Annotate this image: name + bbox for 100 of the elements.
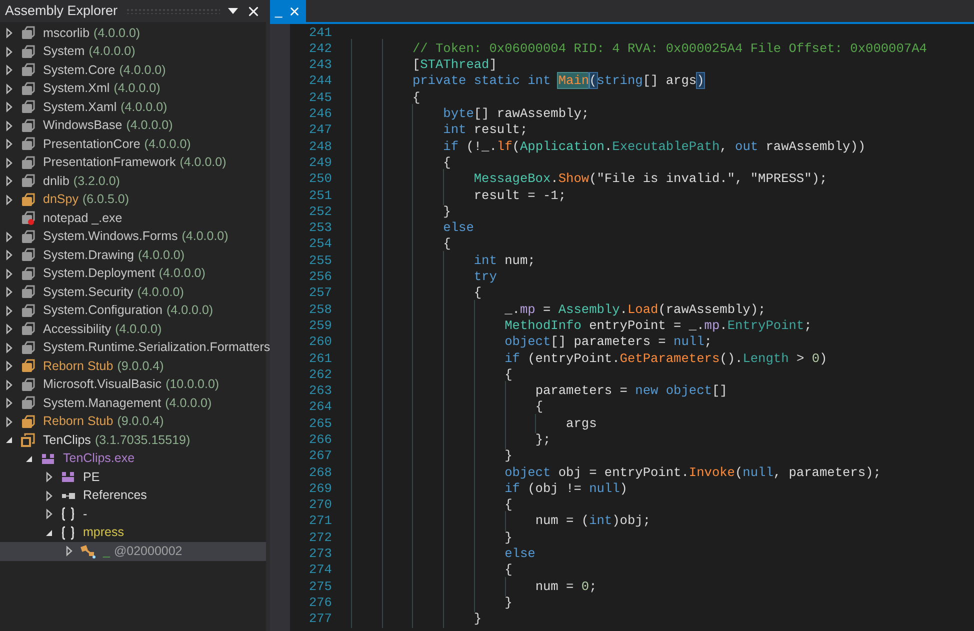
- line-number: 255: [308, 252, 332, 270]
- assembly-icon: [20, 247, 36, 264]
- line-number: 274: [308, 561, 332, 580]
- item-name: WindowsBase: [43, 117, 122, 134]
- item-name: References: [83, 487, 147, 504]
- item-name: System.Windows.Forms: [43, 228, 178, 246]
- tree-item[interactable]: _ @02000002: [0, 542, 266, 560]
- line-number: 277: [308, 610, 332, 628]
- item-version: (9.0.0.4): [117, 413, 164, 430]
- dropdown-caret-icon[interactable]: [228, 8, 238, 14]
- item-name: System: [43, 43, 85, 60]
- line-number: 275: [308, 578, 332, 596]
- line-number: 266: [308, 430, 332, 449]
- tree-item[interactable]: dnSpy (6.0.5.0): [0, 190, 266, 209]
- tree-item[interactable]: System.Drawing (4.0.0.0): [0, 246, 266, 264]
- line-number: 254: [308, 235, 332, 254]
- tree-item[interactable]: notepad _.exe: [0, 209, 266, 228]
- item-version: (4.0.0.0): [126, 117, 173, 134]
- editor-tab[interactable]: _: [270, 0, 306, 22]
- assembly-icon: [20, 136, 36, 152]
- assembly-icon: [20, 376, 36, 393]
- item-name: mpress: [83, 524, 124, 542]
- line-number: 250: [308, 170, 332, 188]
- item-version: (4.0.0.0): [138, 246, 185, 264]
- item-version: (9.0.0.4): [117, 358, 164, 375]
- item-name: _: [103, 542, 110, 560]
- class-icon: [80, 543, 96, 560]
- assembly-icon: [20, 99, 36, 116]
- item-name: System.Drawing: [43, 246, 134, 264]
- tree-item[interactable]: System.Xml (4.0.0.0): [0, 80, 266, 98]
- item-name: Accessibility: [43, 320, 112, 338]
- assembly-icon: [20, 228, 36, 245]
- assembly-icon: [20, 358, 36, 374]
- item-name: System.Configuration: [43, 302, 163, 320]
- item-version: (4.0.0.0): [165, 394, 212, 412]
- tree-item[interactable]: Reborn Stub (9.0.0.4): [0, 357, 266, 376]
- tree-item[interactable]: dnlib (3.2.0.0): [0, 172, 266, 190]
- item-version: (4.0.0.0): [94, 24, 140, 42]
- tree-item[interactable]: System.Windows.Forms (4.0.0.0): [0, 228, 266, 246]
- assembly-icon: [20, 284, 36, 300]
- line-number: 259: [308, 316, 332, 335]
- tree-item[interactable]: System.Security (4.0.0.0): [0, 283, 266, 302]
- tree-item[interactable]: TenClips (3.1.7035.15519): [0, 431, 266, 450]
- item-name: dnlib: [43, 172, 70, 190]
- tree-item[interactable]: mpress: [0, 524, 266, 542]
- tree-item[interactable]: PresentationFramework (4.0.0.0): [0, 154, 266, 172]
- tree-item[interactable]: System.Xaml (4.0.0.0): [0, 98, 266, 116]
- tree-item[interactable]: -: [0, 505, 266, 524]
- item-name: System.Security: [43, 284, 134, 301]
- item-version: (4.0.0.0): [180, 154, 226, 172]
- line-number: 276: [308, 594, 332, 612]
- item-version: (4.0.0.0): [114, 80, 160, 98]
- tree-item[interactable]: System.Configuration (4.0.0.0): [0, 302, 266, 320]
- line-number: 263: [308, 382, 332, 400]
- item-name: TenClips.exe: [63, 450, 135, 468]
- item-name: Reborn Stub: [43, 413, 114, 430]
- tree-item[interactable]: System.Management (4.0.0.0): [0, 394, 266, 412]
- item-version: (4.0.0.0): [158, 265, 206, 282]
- item-version: (4.0.0.0): [137, 284, 184, 301]
- line-number: 248: [308, 138, 332, 156]
- item-version: (6.0.5.0): [82, 191, 130, 208]
- line-number: 262: [308, 366, 332, 384]
- tree-item[interactable]: Reborn Stub (9.0.0.4): [0, 412, 266, 431]
- assembly-icon: [20, 80, 36, 97]
- item-name: System.Runtime.Serialization.Formatters: [43, 339, 270, 356]
- item-name: System.Deployment: [43, 265, 155, 282]
- line-number: 242: [308, 40, 332, 58]
- line-number: 243: [308, 56, 332, 74]
- tree-item[interactable]: References: [0, 486, 266, 505]
- assembly-icon: [20, 414, 36, 430]
- tree-item[interactable]: Microsoft.VisualBasic (10.0.0.0): [0, 376, 266, 394]
- item-name: PresentationCore: [43, 136, 140, 153]
- item-name: PE: [83, 468, 100, 486]
- tree-item[interactable]: System (4.0.0.0): [0, 42, 266, 61]
- tree-item[interactable]: PE: [0, 468, 266, 486]
- assembly-icon: [20, 154, 36, 171]
- assembly-icon: [20, 210, 36, 226]
- item-token: @02000002: [114, 542, 182, 560]
- item-version: (4.0.0.0): [144, 136, 191, 153]
- item-version: (4.0.0.0): [166, 302, 214, 320]
- tree-item[interactable]: WindowsBase (4.0.0.0): [0, 116, 266, 135]
- tree-item[interactable]: TenClips.exe: [0, 450, 266, 468]
- line-number: 241: [308, 24, 332, 42]
- item-name: dnSpy: [43, 191, 78, 208]
- line-number: 261: [308, 350, 332, 368]
- item-version: (4.0.0.0): [120, 98, 168, 116]
- tree-item[interactable]: mscorlib (4.0.0.0): [0, 24, 266, 42]
- tree-item[interactable]: System.Deployment (4.0.0.0): [0, 264, 266, 283]
- line-number: 267: [308, 447, 332, 466]
- line-number: 257: [308, 284, 332, 302]
- item-name: notepad _.exe: [43, 210, 122, 227]
- line-number: 253: [308, 219, 332, 238]
- tree-item[interactable]: System.Core (4.0.0.0): [0, 61, 266, 80]
- line-number: 244: [308, 72, 332, 90]
- assembly-icon: [20, 340, 36, 356]
- item-name: mscorlib: [43, 24, 90, 42]
- assembly-icon: [20, 62, 36, 78]
- line-number: 249: [308, 154, 332, 172]
- tree-item[interactable]: PresentationCore (4.0.0.0): [0, 135, 266, 154]
- tree-item[interactable]: Accessibility (4.0.0.0): [0, 320, 266, 338]
